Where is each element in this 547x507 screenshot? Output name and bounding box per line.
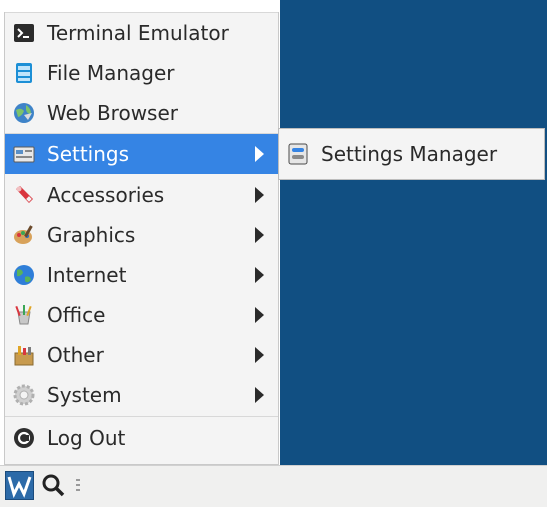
menu-item-label: Settings xyxy=(47,142,130,166)
menu-item-label: Graphics xyxy=(47,223,136,247)
menu-item-other[interactable]: Other xyxy=(5,335,278,375)
menu-item-label: Log Out xyxy=(47,426,126,450)
internet-icon xyxy=(13,264,35,286)
panel-handle-icon[interactable] xyxy=(76,479,80,493)
menu-item-label: Web Browser xyxy=(47,101,179,125)
menu-item-internet[interactable]: Internet xyxy=(5,255,278,295)
menu-item-system[interactable]: System xyxy=(5,375,278,415)
settings-manager-icon xyxy=(287,143,309,165)
menu-item-label: Settings Manager xyxy=(321,142,498,166)
web-browser-icon xyxy=(13,102,35,124)
applications-menu: Terminal Emulator File Manager Web Brows… xyxy=(4,12,279,465)
menu-item-terminal-emulator[interactable]: Terminal Emulator xyxy=(5,13,278,53)
log-out-icon xyxy=(13,427,35,449)
accessories-icon xyxy=(13,184,35,206)
submenu-arrow-icon xyxy=(255,146,264,162)
terminal-icon xyxy=(13,22,35,44)
menu-item-label: System xyxy=(47,383,122,407)
whisker-menu-button[interactable] xyxy=(5,471,34,500)
menu-item-label: Accessories xyxy=(47,183,165,207)
menu-item-label: Other xyxy=(47,343,104,367)
submenu-arrow-icon xyxy=(255,187,264,203)
office-icon xyxy=(13,304,35,326)
menu-item-accessories[interactable]: Accessories xyxy=(5,175,278,215)
panel-bar xyxy=(0,465,547,507)
menu-item-label: File Manager xyxy=(47,61,175,85)
app-menu-icon xyxy=(7,476,32,499)
file-manager-icon xyxy=(13,62,35,84)
desktop-background[interactable] xyxy=(280,0,547,465)
menu-item-web-browser[interactable]: Web Browser xyxy=(5,93,278,133)
menu-item-office[interactable]: Office xyxy=(5,295,278,335)
other-icon xyxy=(13,344,35,366)
submenu-arrow-icon xyxy=(255,267,264,283)
system-icon xyxy=(13,384,35,406)
search-icon xyxy=(42,474,65,497)
submenu-arrow-icon xyxy=(255,347,264,363)
graphics-icon xyxy=(13,224,35,246)
menu-item-settings-manager[interactable]: Settings Manager xyxy=(279,134,544,174)
search-button[interactable] xyxy=(40,472,66,498)
menu-item-settings[interactable]: Settings xyxy=(5,134,278,174)
menu-item-label: Office xyxy=(47,303,106,327)
menu-item-label: Terminal Emulator xyxy=(47,21,229,45)
submenu-arrow-icon xyxy=(255,307,264,323)
settings-submenu: Settings Manager xyxy=(278,128,545,180)
submenu-arrow-icon xyxy=(255,227,264,243)
menu-item-graphics[interactable]: Graphics xyxy=(5,215,278,255)
submenu-arrow-icon xyxy=(255,387,264,403)
menu-item-log-out[interactable]: Log Out xyxy=(5,418,278,458)
menu-separator xyxy=(5,416,278,417)
settings-icon xyxy=(13,143,35,165)
menu-item-label: Internet xyxy=(47,263,127,287)
menu-item-file-manager[interactable]: File Manager xyxy=(5,53,278,93)
